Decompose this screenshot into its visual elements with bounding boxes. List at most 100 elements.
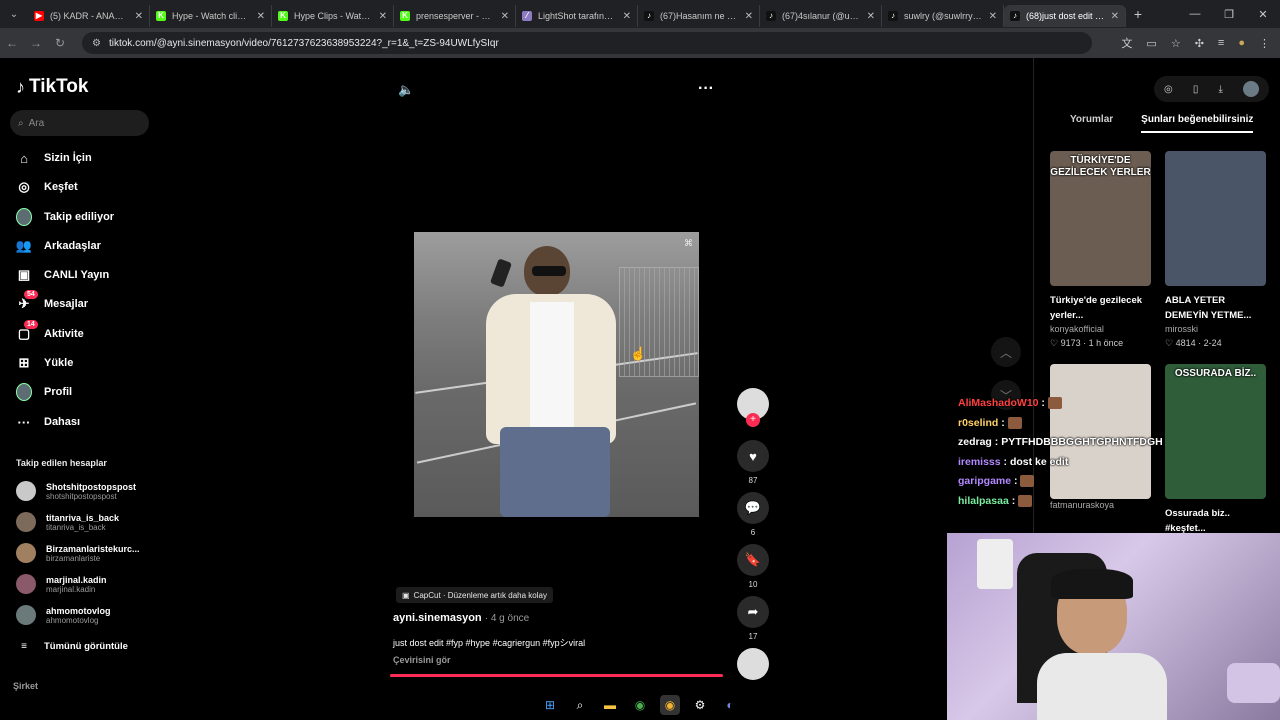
restore-icon[interactable]: ❐ <box>1212 8 1246 21</box>
new-tab-icon[interactable]: + <box>1126 6 1150 22</box>
extensions-icon[interactable]: ✣ <box>1195 37 1204 50</box>
comment-button[interactable]: 💬 6 <box>737 492 769 537</box>
windows-start-icon[interactable]: ⊞ <box>540 695 560 715</box>
search-icon: ⌕ <box>18 117 24 129</box>
video-thumbnail[interactable] <box>1050 364 1151 499</box>
discord-icon[interactable]: ◐ <box>720 695 740 715</box>
close-tab-icon[interactable]: ✕ <box>989 11 997 22</box>
close-tab-icon[interactable]: ✕ <box>623 11 631 22</box>
nav-compass[interactable]: ◎ Keşfet <box>16 179 77 195</box>
translate-icon[interactable]: 文 <box>1121 35 1132 51</box>
nav-profile-avatar[interactable]: Profil <box>16 383 72 401</box>
close-tab-icon[interactable]: ✕ <box>501 11 509 22</box>
compass-icon: ◎ <box>18 179 30 194</box>
streamer-webcam <box>947 533 1280 720</box>
video-thumbnail[interactable] <box>1165 151 1266 286</box>
browser-tab[interactable]: ♪ (67)4sılanur (@usr63 ✕ <box>760 5 882 27</box>
close-tab-icon[interactable]: ✕ <box>257 11 265 22</box>
back-icon[interactable]: ← <box>0 36 24 50</box>
bookmark-star-icon[interactable]: ☆ <box>1171 37 1181 50</box>
close-tab-icon[interactable]: ✕ <box>745 11 753 22</box>
following-account[interactable]: marjinal.kadin marjinal.kadin <box>16 574 107 594</box>
minimize-icon[interactable]: — <box>1178 8 1212 20</box>
tab-you-may-like[interactable]: Şunları beğenebilirsiniz <box>1141 114 1254 133</box>
close-tab-icon[interactable]: ✕ <box>867 11 875 22</box>
post-age: · 4 g önce <box>484 613 530 624</box>
nav-more[interactable]: ··· Dahası <box>16 414 81 430</box>
following-account[interactable]: Birzamanlaristekurc... birzamanlariste <box>16 543 140 563</box>
tiktok-logo[interactable]: ♪ TikTok <box>16 76 88 98</box>
nav-friends[interactable]: 👥 Arkadaşlar <box>16 238 101 254</box>
chat-username: AliMashadoW10 <box>958 397 1039 409</box>
author-avatar[interactable]: + <box>737 388 769 427</box>
download-icon[interactable]: ⤓ <box>1218 84 1222 95</box>
forward-icon[interactable]: → <box>24 36 48 50</box>
browser-tab[interactable]: Kprensesperver - Wat ✕ <box>394 5 516 27</box>
like-button[interactable]: ♥ 87 <box>737 440 769 485</box>
chrome-active-icon[interactable]: ◉ <box>660 695 680 715</box>
cast-icon[interactable]: ▭ <box>1146 37 1156 50</box>
share-button[interactable]: ➦ 17 <box>737 596 769 641</box>
nav-home[interactable]: ⌂ Sizin İçin <box>16 150 92 166</box>
author-name[interactable]: ayni.sinemasyon <box>393 612 482 624</box>
company-link[interactable]: Şirket <box>13 681 38 691</box>
nav-live[interactable]: ▣ CANLI Yayın <box>16 267 109 283</box>
close-tab-icon[interactable]: ✕ <box>1111 11 1119 22</box>
menu-icon[interactable]: ⋮ <box>1259 37 1270 50</box>
browser-tab[interactable]: K Hype - Watch clips o ✕ <box>150 5 272 27</box>
following-account[interactable]: ahmomotovlog ahmomotovlog <box>16 605 111 625</box>
see-all-following[interactable]: ≡ Tümünü görüntüle <box>16 638 128 654</box>
browser-tab[interactable]: ♪ suwlry (@suwlrry) | Ti ✕ <box>882 5 1004 27</box>
site-info-icon[interactable]: ⚙ <box>92 38 101 49</box>
card-user[interactable]: konyakofficial <box>1050 324 1151 334</box>
capcut-link[interactable]: ▣ CapCut · Düzenleme artık daha kolay <box>396 587 553 603</box>
compass-icon[interactable]: ◎ <box>1164 84 1173 95</box>
search-input[interactable]: ⌕ Ara <box>10 110 149 136</box>
card-user[interactable]: mirosski <box>1165 324 1266 334</box>
browser-tab[interactable]: ⁄ LightShot tarafından ✕ <box>516 5 638 27</box>
media-icon[interactable]: ≡ <box>1218 37 1224 49</box>
following-account[interactable]: Shotshitpostopspost shotshitpostopspost <box>16 481 136 501</box>
suggested-video-card[interactable]: TÜRKİYE'DE GEZİLECEK YERLER Türkiye'de ge… <box>1050 151 1151 349</box>
close-tab-icon[interactable]: ✕ <box>135 11 143 22</box>
follow-plus-icon[interactable]: + <box>746 413 760 427</box>
settings-taskbar-icon[interactable]: ⚙ <box>690 695 710 715</box>
video-progress-bar[interactable] <box>390 674 723 677</box>
file-explorer-icon[interactable]: ▬ <box>600 695 620 715</box>
video-thumbnail[interactable]: OSSURADA BİZ.. <box>1165 364 1266 499</box>
save-button[interactable]: 🔖 10 <box>737 544 769 589</box>
tab-comments[interactable]: Yorumlar <box>1070 114 1113 133</box>
tab-search-icon[interactable]: ⌄ <box>0 0 28 28</box>
chrome-icon[interactable]: ◉ <box>630 695 650 715</box>
suggested-video-card[interactable]: OSSURADA BİZ.. Ossurada biz.. #keşfet... <box>1165 364 1266 536</box>
search-taskbar-icon[interactable]: ⌕ <box>570 695 590 715</box>
music-disc[interactable] <box>737 648 769 680</box>
close-window-icon[interactable]: ✕ <box>1246 8 1280 21</box>
scroll-up-button[interactable]: ︿ <box>991 337 1021 367</box>
close-tab-icon[interactable]: ✕ <box>379 11 387 22</box>
see-translation[interactable]: Çevirisini gör <box>393 655 451 665</box>
nav-following-avatar[interactable]: Takip ediliyor <box>16 208 114 226</box>
watermark-icon: ⌘ <box>684 238 693 248</box>
nav-messages[interactable]: ✈ 54 Mesajlar <box>16 290 88 312</box>
video-thumbnail[interactable]: TÜRKİYE'DE GEZİLECEK YERLER <box>1050 151 1151 286</box>
author-line: ayni.sinemasyon · 4 g önce <box>393 612 529 624</box>
browser-tab[interactable]: K Hype Clips - Watch L ✕ <box>272 5 394 27</box>
profile-icon[interactable]: ● <box>1238 37 1245 49</box>
card-user[interactable]: fatmanuraskoya <box>1050 500 1151 510</box>
url-field[interactable]: ⚙ tiktok.com/@ayni.sinemasyon/video/7612… <box>82 32 1092 54</box>
device-icon[interactable]: ▯ <box>1193 84 1199 95</box>
user-avatar[interactable] <box>1242 81 1259 97</box>
browser-tab[interactable]: ▶ (5) KADR - ANAM BA ✕ <box>28 5 150 27</box>
browser-tab[interactable]: ♪ (68)just dost edit #fy ✕ <box>1004 5 1126 27</box>
volume-icon[interactable]: 🔈 <box>398 82 414 98</box>
following-account[interactable]: titanriva_is_back titanriva_is_back <box>16 512 119 532</box>
nav-activity[interactable]: ▢ 14 Aktivite <box>16 320 84 342</box>
reload-icon[interactable]: ↻ <box>48 36 72 50</box>
video-player[interactable]: ⌘ <box>414 232 699 517</box>
suggested-video-card[interactable]: ABLA YETER DEMEYİN YETME... mirosski ♡ 481… <box>1165 151 1266 349</box>
browser-tab[interactable]: ♪ (67)Hasanım ne diyo ✕ <box>638 5 760 27</box>
nav-upload[interactable]: ⊞ Yükle <box>16 355 74 371</box>
chat-username: r0selind <box>958 416 999 429</box>
more-options-icon[interactable]: ··· <box>698 80 714 98</box>
